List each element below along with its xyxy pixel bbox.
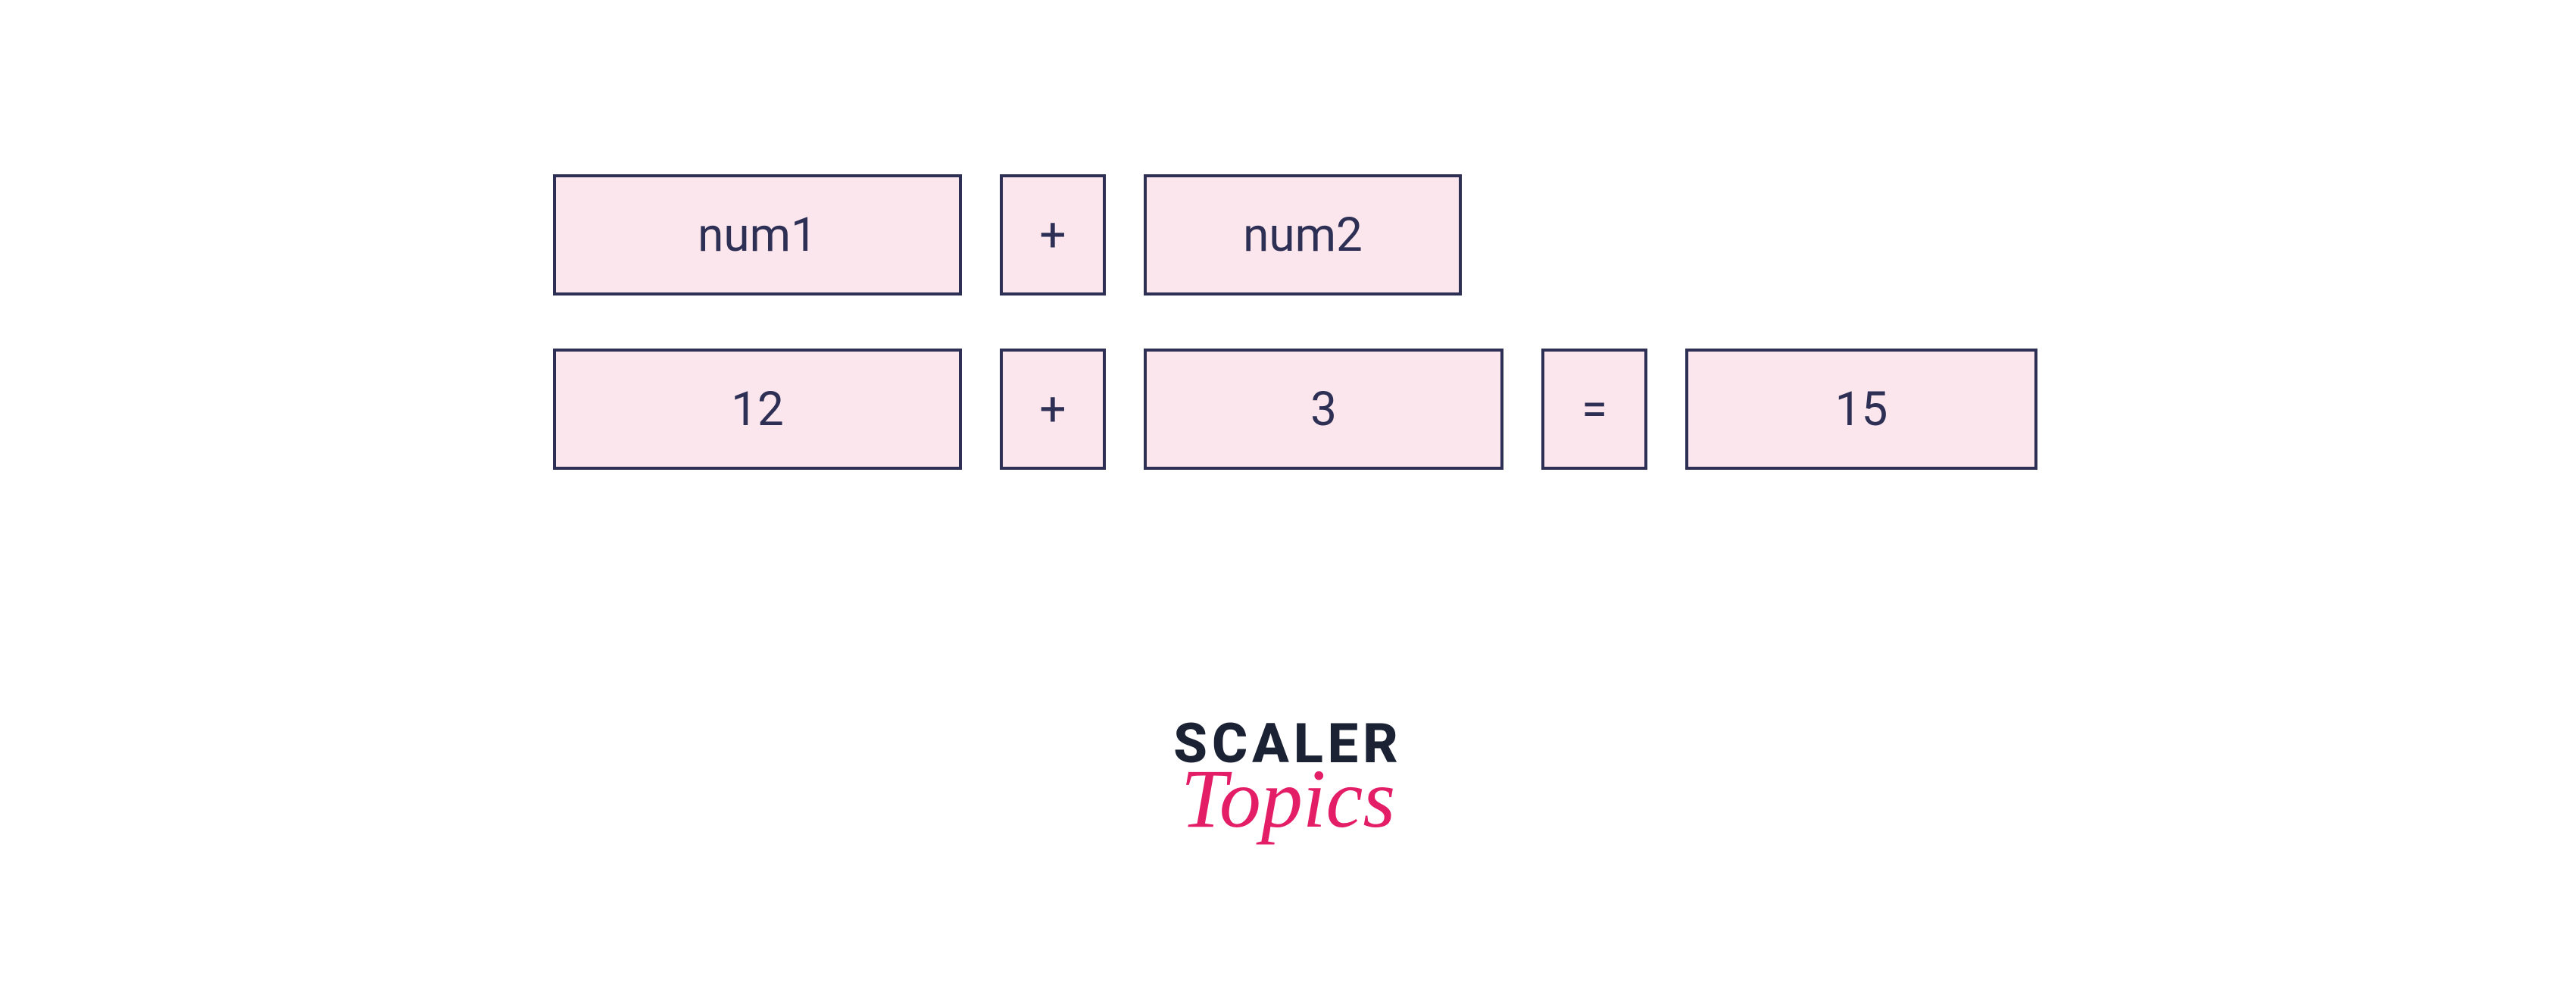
equals-box: = <box>1541 349 1647 470</box>
operand1-value-box: 12 <box>553 349 962 470</box>
result-box: 15 <box>1685 349 2037 470</box>
operand1-value: 12 <box>731 382 784 437</box>
result-value: 15 <box>1835 382 1888 437</box>
operand2-value-box: 3 <box>1144 349 1503 470</box>
operand2-label: num2 <box>1243 208 1363 263</box>
operator-value: + <box>1039 382 1066 437</box>
operator-label: + <box>1039 208 1066 263</box>
operand2-value: 3 <box>1310 382 1337 437</box>
equals-sign: = <box>1582 382 1607 437</box>
expression-row-labels: num1 + num2 <box>553 174 2037 296</box>
operand1-label-box: num1 <box>553 174 962 296</box>
scaler-topics-logo: SCALER Topics <box>1173 720 1402 844</box>
operand1-label: num1 <box>698 208 817 263</box>
operator-box-row1: + <box>1000 174 1106 296</box>
operand2-label-box: num2 <box>1144 174 1462 296</box>
operator-box-row2: + <box>1000 349 1106 470</box>
expression-row-values: 12 + 3 = 15 <box>553 349 2037 470</box>
addition-diagram: num1 + num2 12 + 3 = 15 <box>553 174 2037 470</box>
logo-line2: Topics <box>1173 761 1402 836</box>
